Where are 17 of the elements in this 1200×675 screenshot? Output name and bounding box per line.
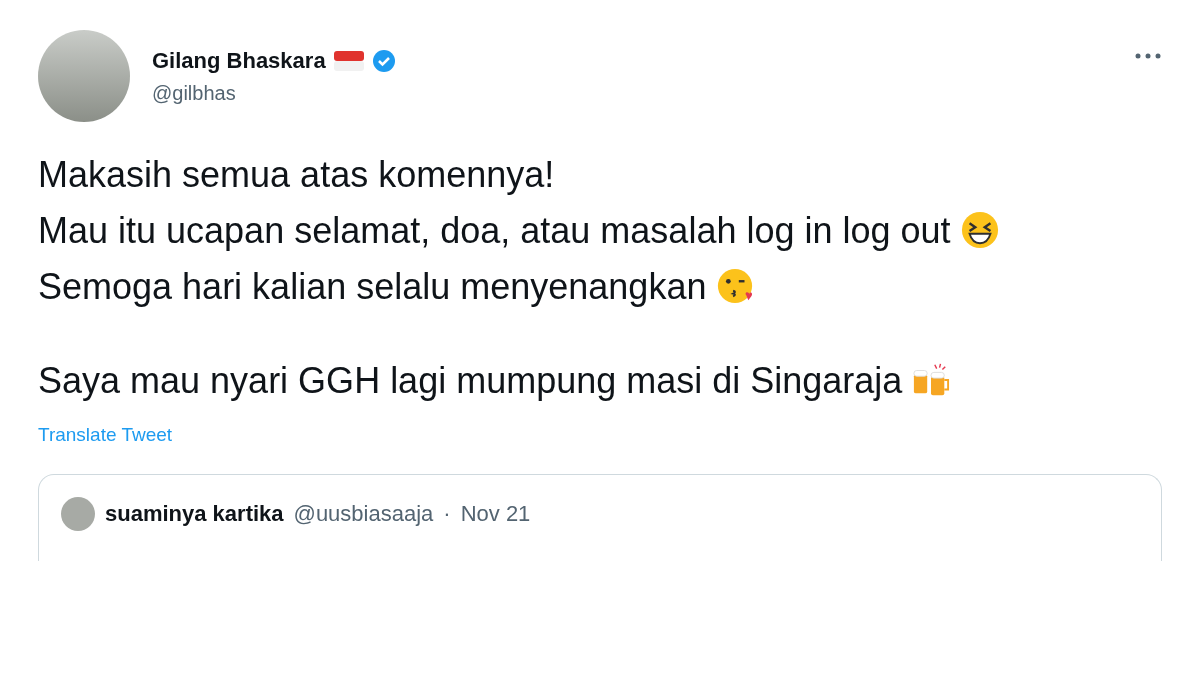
separator-dot: · [443,501,451,527]
author-name[interactable]: Gilang Bhaskara [152,47,326,74]
quoted-author-name: suaminya kartika [105,501,284,527]
tweet-text: Semoga hari kalian selalu menyenangkan [38,266,707,307]
laughing-face-icon [960,211,999,249]
quoted-tweet-card[interactable]: suaminya kartika @uusbiasaaja · Nov 21 [38,474,1162,561]
tweet-text: Mau itu ucapan selamat, doa, atau masalah log in log out [38,210,951,251]
kissing-face-icon [716,267,755,305]
more-options-icon[interactable] [1134,52,1162,60]
quoted-avatar-placeholder [61,497,95,531]
quoted-date: Nov 21 [460,501,531,527]
verified-badge-icon [371,48,396,73]
tweet-text: Saya mau nyari GGH lagi mumpung masi di Singaraja [38,360,903,401]
flag-icon [333,50,364,71]
author-handle[interactable]: @gilbhas [152,81,1112,105]
quoted-handle: @uusbiasaaja [293,501,434,527]
tweet-text: Makasih semua atas komennya! [38,154,555,195]
